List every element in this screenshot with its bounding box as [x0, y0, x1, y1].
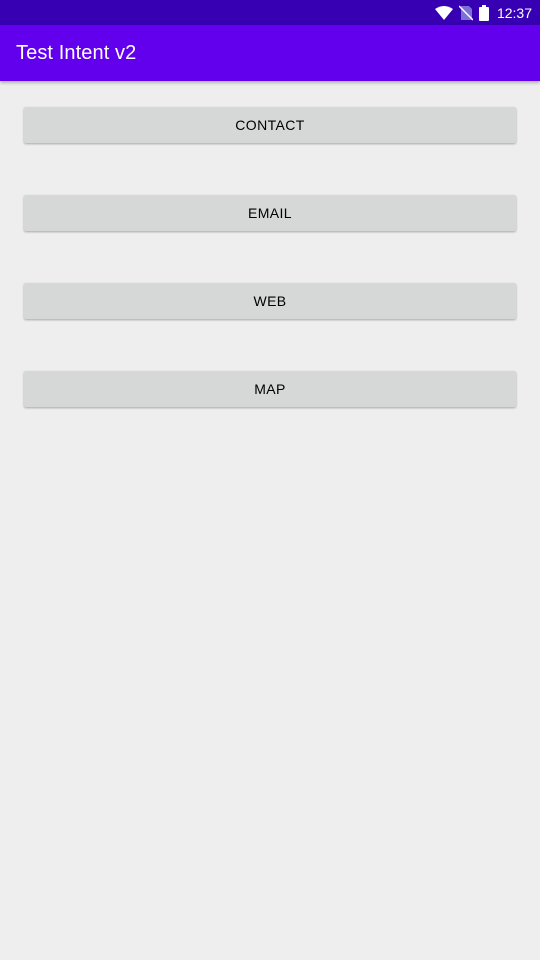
email-button[interactable]: EMAIL — [24, 195, 516, 231]
web-button[interactable]: WEB — [24, 283, 516, 319]
app-title: Test Intent v2 — [16, 42, 137, 64]
contact-button[interactable]: CONTACT — [24, 107, 516, 143]
status-icons: 12:37 — [434, 0, 532, 25]
no-sim-icon — [458, 4, 473, 21]
status-bar: 12:37 — [0, 0, 540, 25]
status-time: 12:37 — [496, 4, 532, 21]
wifi-icon — [434, 5, 453, 20]
app-bar: Test Intent v2 — [0, 25, 540, 81]
battery-icon — [478, 4, 489, 21]
map-button[interactable]: MAP — [24, 371, 516, 407]
main-content: CONTACT EMAIL WEB MAP — [0, 81, 540, 960]
